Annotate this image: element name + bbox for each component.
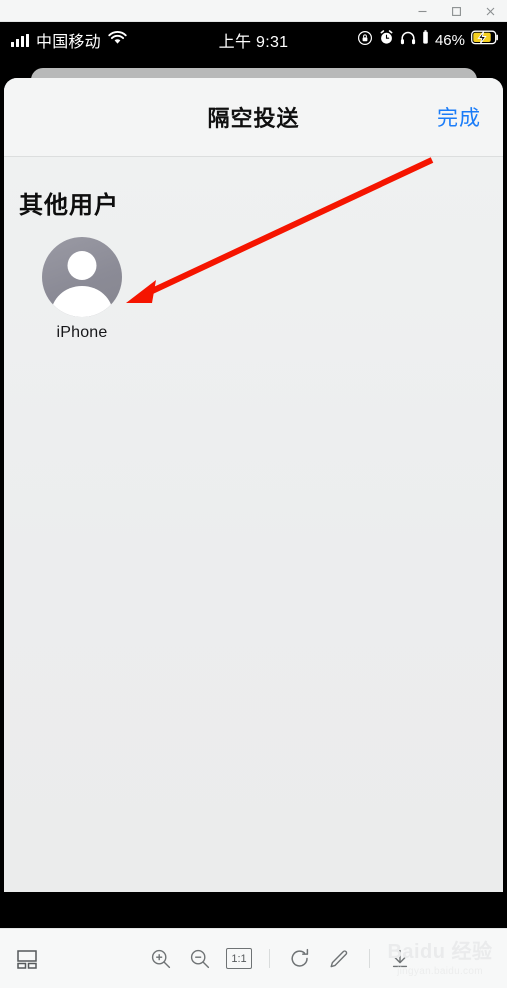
battery-charging-icon bbox=[471, 30, 499, 50]
rotate-clockwise-icon bbox=[291, 948, 309, 967]
avatar-shoulders bbox=[51, 286, 113, 317]
accessory-battery-icon bbox=[422, 30, 429, 50]
done-button[interactable]: 完成 bbox=[437, 78, 481, 156]
window-controls bbox=[405, 0, 507, 22]
toolbar-divider-2 bbox=[369, 949, 370, 968]
zoom-in-icon bbox=[151, 949, 171, 968]
close-button[interactable] bbox=[473, 0, 507, 22]
minimize-icon bbox=[418, 10, 426, 12]
sheet-header: 隔空投送 完成 bbox=[4, 78, 503, 157]
toolbar-left-group bbox=[14, 929, 40, 988]
download-icon bbox=[392, 949, 408, 967]
zoom-out-icon bbox=[190, 949, 210, 968]
airdrop-sheet: 隔空投送 完成 其他用户 iPhone bbox=[4, 78, 503, 892]
download-button[interactable] bbox=[387, 946, 413, 972]
maximize-icon bbox=[451, 6, 461, 16]
pencil-edit-icon bbox=[330, 949, 348, 967]
headphones-icon bbox=[400, 31, 416, 50]
image-viewer-window: 中国移动 上午 9:31 46% 隔空投送 完成 其他用户 iPhone 1:1… bbox=[0, 0, 507, 988]
actual-size-button[interactable]: 1:1 bbox=[226, 948, 252, 969]
thumbnail-panel-icon bbox=[17, 949, 37, 969]
window-titlebar bbox=[0, 0, 507, 22]
thumbnail-panel-button[interactable] bbox=[14, 946, 40, 972]
battery-percent-label: 46% bbox=[434, 31, 465, 49]
avatar-head bbox=[67, 251, 97, 280]
device-name-label: iPhone bbox=[56, 324, 108, 341]
rotation-lock-icon bbox=[357, 30, 373, 51]
zoom-in-button[interactable] bbox=[148, 946, 174, 972]
maximize-button[interactable] bbox=[439, 0, 473, 22]
sheet-body: 其他用户 iPhone bbox=[4, 157, 503, 892]
zoom-out-button[interactable] bbox=[187, 946, 213, 972]
airdrop-device-iphone[interactable]: iPhone bbox=[38, 237, 126, 342]
ios-status-bar: 中国移动 上午 9:31 46% bbox=[0, 22, 507, 58]
rotate-button[interactable] bbox=[287, 946, 313, 972]
toolbar-divider bbox=[269, 949, 270, 968]
minimize-button[interactable] bbox=[405, 0, 439, 22]
page-title: 隔空投送 bbox=[207, 106, 300, 131]
status-bar-right: 46% bbox=[357, 22, 499, 58]
screenshot-canvas: 中国移动 上午 9:31 46% 隔空投送 完成 其他用户 iPhone bbox=[0, 22, 507, 928]
alarm-clock-icon bbox=[379, 30, 394, 50]
close-icon bbox=[486, 7, 494, 15]
viewer-toolbar: 1:1 bbox=[0, 928, 507, 988]
section-title-other-users: 其他用户 bbox=[19, 192, 119, 219]
person-avatar-icon bbox=[42, 237, 122, 317]
toolbar-center-group: 1:1 bbox=[148, 929, 413, 988]
edit-button[interactable] bbox=[326, 946, 352, 972]
